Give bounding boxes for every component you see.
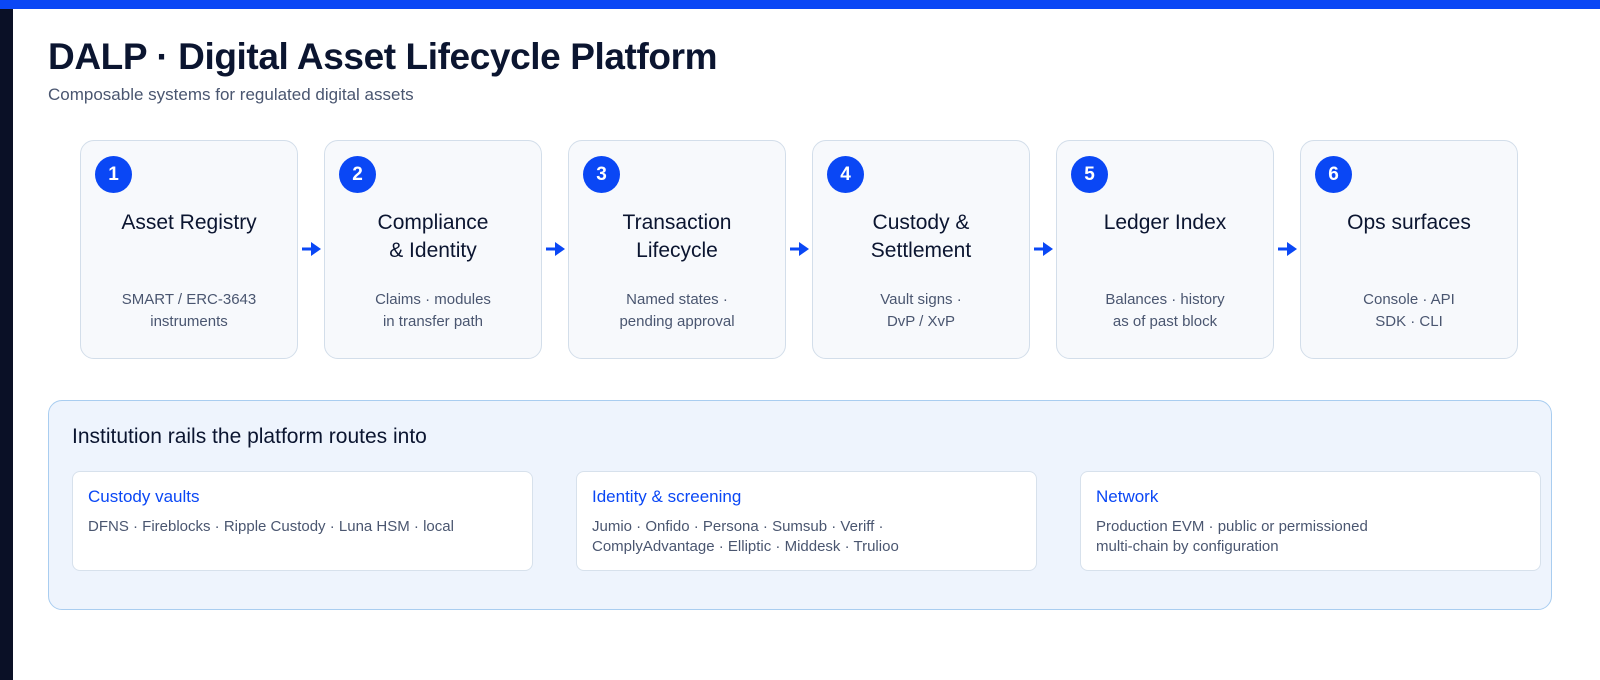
page-title: DALP · Digital Asset Lifecycle Platform xyxy=(48,36,718,77)
step-title: Ledger Index xyxy=(1103,211,1227,234)
flow-arrow-icon xyxy=(302,242,321,256)
rail-card-custody-vaults: Custody vaults DFNS · Fireblocks · Rippl… xyxy=(72,471,533,571)
step-description: Balances · history as of past block xyxy=(1105,291,1225,330)
step-description: Claims · modules in transfer path xyxy=(375,291,491,330)
institution-rails-panel: Institution rails the platform routes in… xyxy=(48,400,1552,610)
rail-card-title: Network xyxy=(1096,487,1159,506)
top-accent-bar xyxy=(0,0,1600,9)
rail-card-description: DFNS · Fireblocks · Ripple Custody · Lun… xyxy=(88,518,454,535)
step-number-badge: 1 xyxy=(95,156,132,193)
step-title: Transaction Lifecycle xyxy=(622,211,732,262)
step-card-ledger-index: 5 Ledger Index Balances · history as of … xyxy=(1056,140,1274,359)
step-number-badge: 5 xyxy=(1071,156,1108,193)
step-title: Compliance & Identity xyxy=(377,211,489,262)
step-number-badge: 6 xyxy=(1315,156,1352,193)
flow-arrow-icon xyxy=(1034,242,1053,256)
step-description: Named states · pending approval xyxy=(619,291,735,330)
step-card-transaction-lifecycle: 3 Transaction Lifecycle Named states · p… xyxy=(568,140,786,359)
step-title: Custody & Settlement xyxy=(870,211,972,262)
rail-card-title: Custody vaults xyxy=(88,487,200,506)
rail-card-description: Jumio · Onfido · Persona · Sumsub · Veri… xyxy=(592,518,899,555)
rails-panel-title: Institution rails the platform routes in… xyxy=(72,425,427,448)
step-card-asset-registry: 1 Asset Registry SMART / ERC-3643 instru… xyxy=(80,140,298,359)
flow-arrow-icon xyxy=(790,242,809,256)
step-description: Console · API SDK · CLI xyxy=(1363,291,1455,330)
step-description: Vault signs · DvP / XvP xyxy=(880,291,962,330)
rail-card-identity-screening: Identity & screening Jumio · Onfido · Pe… xyxy=(576,471,1037,571)
step-title: Asset Registry xyxy=(121,211,257,234)
step-number-badge: 2 xyxy=(339,156,376,193)
rail-card-network: Network Production EVM · public or permi… xyxy=(1080,471,1541,571)
rail-card-title: Identity & screening xyxy=(592,487,742,506)
rail-card-description: Production EVM · public or permissioned … xyxy=(1096,518,1368,555)
step-card-ops-surfaces: 6 Ops surfaces Console · API SDK · CLI xyxy=(1300,140,1518,359)
page-subtitle: Composable systems for regulated digital… xyxy=(48,85,414,104)
step-description: SMART / ERC-3643 instruments xyxy=(121,291,257,330)
left-edge-bar xyxy=(0,9,13,680)
step-number-badge: 4 xyxy=(827,156,864,193)
step-card-compliance-identity: 2 Compliance & Identity Claims · modules… xyxy=(324,140,542,359)
flow-arrow-icon xyxy=(1278,242,1297,256)
step-card-custody-settlement: 4 Custody & Settlement Vault signs · DvP… xyxy=(812,140,1030,359)
step-title: Ops surfaces xyxy=(1347,211,1471,234)
step-number-badge: 3 xyxy=(583,156,620,193)
flow-arrow-icon xyxy=(546,242,565,256)
